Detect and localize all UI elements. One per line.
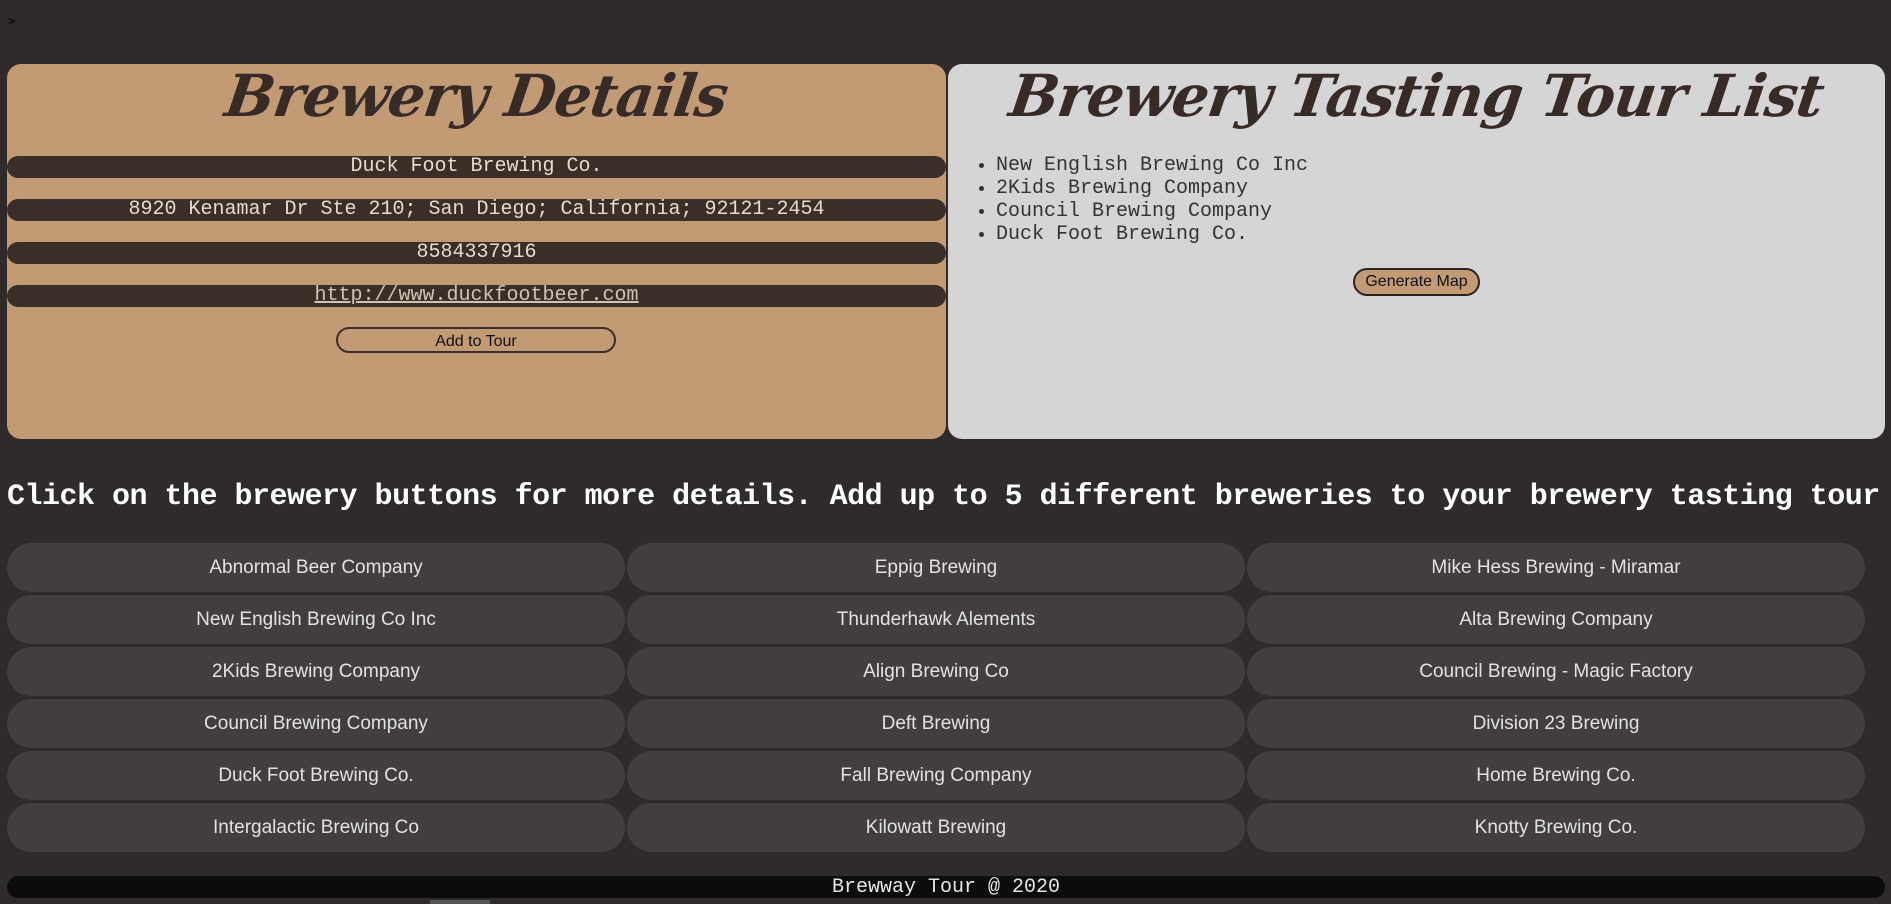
brewery-button[interactable]: Knotty Brewing Co. (1247, 803, 1865, 852)
tour-list-item: 2Kids Brewing Company (996, 177, 1308, 200)
brewery-button[interactable]: Fall Brewing Company (627, 751, 1245, 800)
brewery-button[interactable]: Eppig Brewing (627, 543, 1245, 592)
brewery-details-panel: Brewery Details Duck Foot Brewing Co. 89… (7, 62, 946, 439)
brewery-button[interactable]: Duck Foot Brewing Co. (7, 751, 625, 800)
brewery-button[interactable]: Alta Brewing Company (1247, 595, 1865, 644)
tour-list-item: Council Brewing Company (996, 200, 1308, 223)
brewery-button[interactable]: 2Kids Brewing Company (7, 647, 625, 696)
generate-map-button[interactable]: Generate Map (1353, 268, 1480, 296)
brewery-name: Duck Foot Brewing Co. (7, 156, 946, 178)
top-glyph: > (8, 14, 16, 28)
tour-list-item: Duck Foot Brewing Co. (996, 223, 1308, 246)
add-to-tour-button[interactable]: Add to Tour (336, 327, 616, 353)
scrollbar-thumb[interactable] (430, 900, 490, 904)
brewery-button[interactable]: Division 23 Brewing (1247, 699, 1865, 748)
tour-list-title: Brewery Tasting Tour List (1005, 62, 1828, 130)
brewery-button[interactable]: Thunderhawk Alements (627, 595, 1245, 644)
brewery-button[interactable]: Kilowatt Brewing (627, 803, 1245, 852)
instructions-text: Click on the brewery buttons for more de… (7, 480, 1891, 514)
tour-list-item: New English Brewing Co Inc (996, 154, 1308, 177)
brewery-button[interactable]: New English Brewing Co Inc (7, 595, 625, 644)
brewery-website-bar: http://www.duckfootbeer.com (7, 285, 946, 307)
brewery-button[interactable]: Council Brewing Company (7, 699, 625, 748)
brewery-address: 8920 Kenamar Dr Ste 210; San Diego; Cali… (7, 199, 946, 221)
tour-list-panel: Brewery Tasting Tour List New English Br… (948, 62, 1885, 439)
tour-list: New English Brewing Co Inc 2Kids Brewing… (996, 154, 1308, 246)
brewery-button[interactable]: Align Brewing Co (627, 647, 1245, 696)
brewery-website-link[interactable]: http://www.duckfootbeer.com (314, 284, 638, 307)
brewery-button[interactable]: Intergalactic Brewing Co (7, 803, 625, 852)
brewery-button[interactable]: Deft Brewing (627, 699, 1245, 748)
brewery-button[interactable]: Abnormal Beer Company (7, 543, 625, 592)
brewery-button[interactable]: Mike Hess Brewing - Miramar (1247, 543, 1865, 592)
brewery-button[interactable]: Home Brewing Co. (1247, 751, 1865, 800)
brewery-phone: 8584337916 (7, 242, 946, 264)
brewery-details-title: Brewery Details (221, 62, 732, 130)
footer: Brewway Tour @ 2020 (7, 876, 1885, 899)
brewery-button[interactable]: Council Brewing - Magic Factory (1247, 647, 1865, 696)
